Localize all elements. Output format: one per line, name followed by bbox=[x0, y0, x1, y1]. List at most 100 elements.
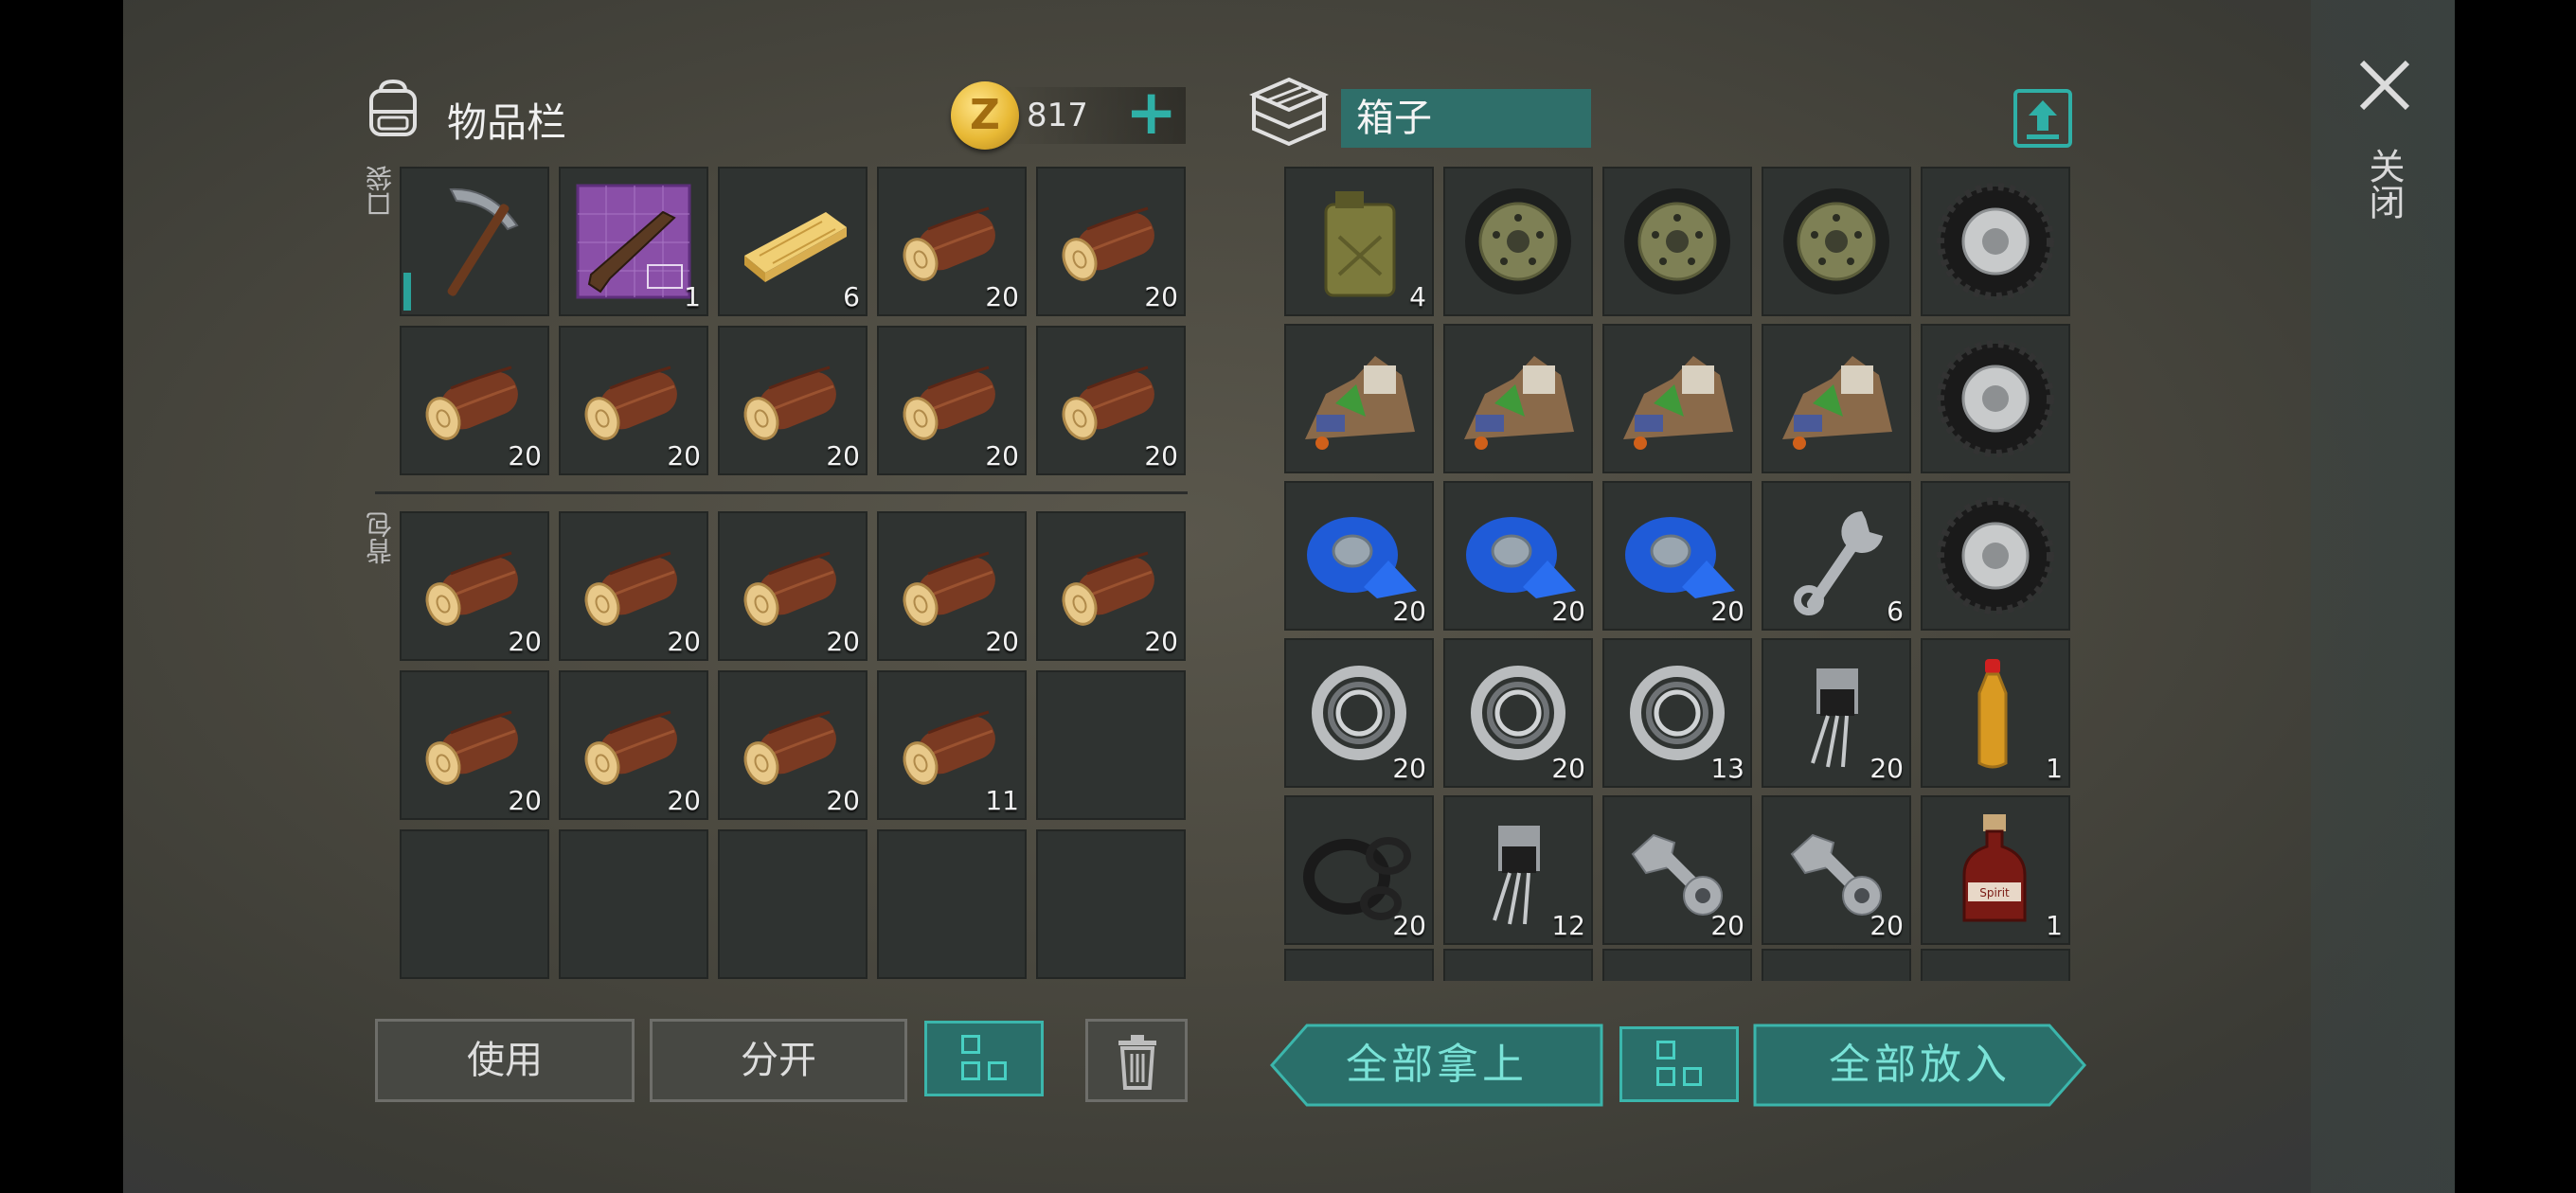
inventory-slot[interactable]: 20 bbox=[559, 670, 708, 820]
inventory-slot[interactable] bbox=[1921, 949, 2070, 981]
section-divider bbox=[375, 491, 1188, 494]
inventory-slot[interactable]: 20 bbox=[1284, 795, 1434, 945]
put-all-label: 全部放入 bbox=[1829, 1041, 2011, 1089]
container-name: 箱子 bbox=[1341, 89, 1591, 148]
scrap-pile-icon bbox=[1623, 356, 1733, 450]
inventory-slot[interactable]: 20 bbox=[1602, 795, 1752, 945]
empty-slot[interactable] bbox=[400, 829, 549, 979]
inventory-slot[interactable]: 20 bbox=[1036, 167, 1186, 316]
inventory-slot[interactable] bbox=[1762, 324, 1911, 473]
jerrycan-icon bbox=[1324, 191, 1396, 297]
inventory-slot[interactable] bbox=[1762, 167, 1911, 316]
inventory-slot[interactable]: 20 bbox=[1762, 638, 1911, 788]
inventory-slot[interactable] bbox=[1602, 324, 1752, 473]
inventory-slot[interactable]: 20 bbox=[1036, 511, 1186, 661]
empty-slot[interactable] bbox=[718, 829, 868, 979]
trash-button[interactable] bbox=[1085, 1019, 1188, 1102]
inventory-slot[interactable] bbox=[1443, 949, 1593, 981]
inventory-slot[interactable] bbox=[1602, 949, 1752, 981]
tire-icon bbox=[1937, 497, 2054, 614]
inventory-slot[interactable]: 20 bbox=[400, 670, 549, 820]
inventory-slot[interactable]: 13 bbox=[1602, 638, 1752, 788]
inventory-slot[interactable]: 20 bbox=[1762, 795, 1911, 945]
scrap-pile-icon bbox=[1464, 356, 1574, 450]
inventory-slot[interactable] bbox=[1443, 324, 1593, 473]
inventory-slot[interactable] bbox=[1921, 481, 2070, 631]
inventory-slot[interactable]: 20 bbox=[877, 511, 1027, 661]
inventory-slot[interactable]: 20 bbox=[400, 326, 549, 475]
spirit-bottle-icon: Spirit bbox=[1962, 814, 2027, 922]
item-quantity: 20 bbox=[1710, 910, 1744, 941]
item-quantity: 20 bbox=[985, 440, 1019, 472]
inventory-slot[interactable]: 20 bbox=[559, 511, 708, 661]
container-grid-overflow-row[interactable] bbox=[1284, 947, 2072, 981]
item-quantity: 20 bbox=[1710, 596, 1744, 627]
use-button[interactable]: 使用 bbox=[375, 1019, 635, 1102]
inventory-slot[interactable]: 1 bbox=[559, 167, 708, 316]
item-quantity: 12 bbox=[1551, 910, 1585, 941]
item-quantity: 20 bbox=[985, 626, 1019, 657]
bottle-icon bbox=[1977, 659, 2008, 769]
car-wheel-icon bbox=[1783, 188, 1889, 294]
inventory-slot[interactable] bbox=[1921, 324, 2070, 473]
add-coins-button[interactable]: + bbox=[1125, 81, 1177, 144]
inventory-slot[interactable]: 20 bbox=[877, 326, 1027, 475]
inventory-slot[interactable]: 20 bbox=[1602, 481, 1752, 631]
sort-inventory-button[interactable] bbox=[924, 1021, 1044, 1096]
coin-symbol: Z bbox=[970, 91, 1000, 139]
take-all-button[interactable]: 全部拿上 bbox=[1269, 1023, 1604, 1108]
upload-button[interactable] bbox=[2013, 89, 2072, 148]
inventory-slot[interactable]: 20 bbox=[1284, 638, 1434, 788]
backpack-label: 背包 bbox=[365, 511, 396, 564]
item-quantity: 20 bbox=[508, 785, 542, 816]
inventory-slot[interactable]: 20 bbox=[400, 511, 549, 661]
inventory-slot[interactable]: 4 bbox=[1284, 167, 1434, 316]
split-button[interactable]: 分开 bbox=[650, 1019, 907, 1102]
inventory-slot[interactable]: 20 bbox=[718, 326, 868, 475]
empty-slot[interactable] bbox=[1036, 829, 1186, 979]
pocket-label: 口袋 bbox=[365, 165, 396, 218]
inventory-slot[interactable]: 12 bbox=[1443, 795, 1593, 945]
inventory-slot[interactable] bbox=[1602, 167, 1752, 316]
inventory-slot[interactable]: 1 bbox=[1921, 638, 2070, 788]
inventory-slot[interactable]: 20 bbox=[1443, 481, 1593, 631]
spirit-label: Spirit bbox=[1979, 886, 2010, 899]
inventory-slot[interactable]: 20 bbox=[718, 511, 868, 661]
inventory-slot[interactable]: Spirit 1 bbox=[1921, 795, 2070, 945]
inventory-slot[interactable]: 20 bbox=[559, 326, 708, 475]
scrap-pile-icon bbox=[1305, 356, 1415, 450]
close-label[interactable]: 关闭 bbox=[2362, 148, 2406, 220]
put-all-button[interactable]: 全部放入 bbox=[1752, 1023, 2087, 1108]
empty-slot[interactable] bbox=[559, 829, 708, 979]
item-quantity: 1 bbox=[2046, 753, 2063, 784]
close-icon[interactable] bbox=[2354, 55, 2415, 116]
inventory-slot[interactable]: 20 bbox=[1284, 481, 1434, 631]
upload-icon bbox=[2027, 100, 2059, 139]
inventory-slot[interactable] bbox=[1443, 167, 1593, 316]
empty-slot[interactable] bbox=[1036, 670, 1186, 820]
item-quantity: 20 bbox=[1392, 753, 1426, 784]
car-wheel-icon bbox=[1465, 188, 1571, 294]
inventory-slot[interactable]: 11 bbox=[877, 670, 1027, 820]
empty-slot[interactable] bbox=[877, 829, 1027, 979]
inventory-slot[interactable] bbox=[1762, 949, 1911, 981]
inventory-slot[interactable] bbox=[1921, 167, 2070, 316]
inventory-slot[interactable] bbox=[400, 167, 549, 316]
inventory-slot[interactable] bbox=[1284, 324, 1434, 473]
inventory-slot[interactable]: 20 bbox=[877, 167, 1027, 316]
inventory-slot[interactable]: 6 bbox=[718, 167, 868, 316]
rifle-blueprint-icon bbox=[576, 184, 691, 299]
inventory-slot[interactable] bbox=[1284, 949, 1434, 981]
item-quantity: 13 bbox=[1710, 753, 1744, 784]
item-quantity: 1 bbox=[2046, 910, 2063, 941]
item-quantity: 20 bbox=[1144, 440, 1178, 472]
item-quantity: 20 bbox=[508, 440, 542, 472]
sort-container-button[interactable] bbox=[1619, 1026, 1739, 1102]
item-quantity: 20 bbox=[826, 626, 860, 657]
inventory-slot[interactable]: 20 bbox=[718, 670, 868, 820]
item-quantity: 20 bbox=[1144, 626, 1178, 657]
inventory-slot[interactable]: 20 bbox=[1036, 326, 1186, 475]
inventory-slot[interactable]: 20 bbox=[1443, 638, 1593, 788]
inventory-slot[interactable]: 6 bbox=[1762, 481, 1911, 631]
item-quantity: 20 bbox=[1144, 281, 1178, 312]
